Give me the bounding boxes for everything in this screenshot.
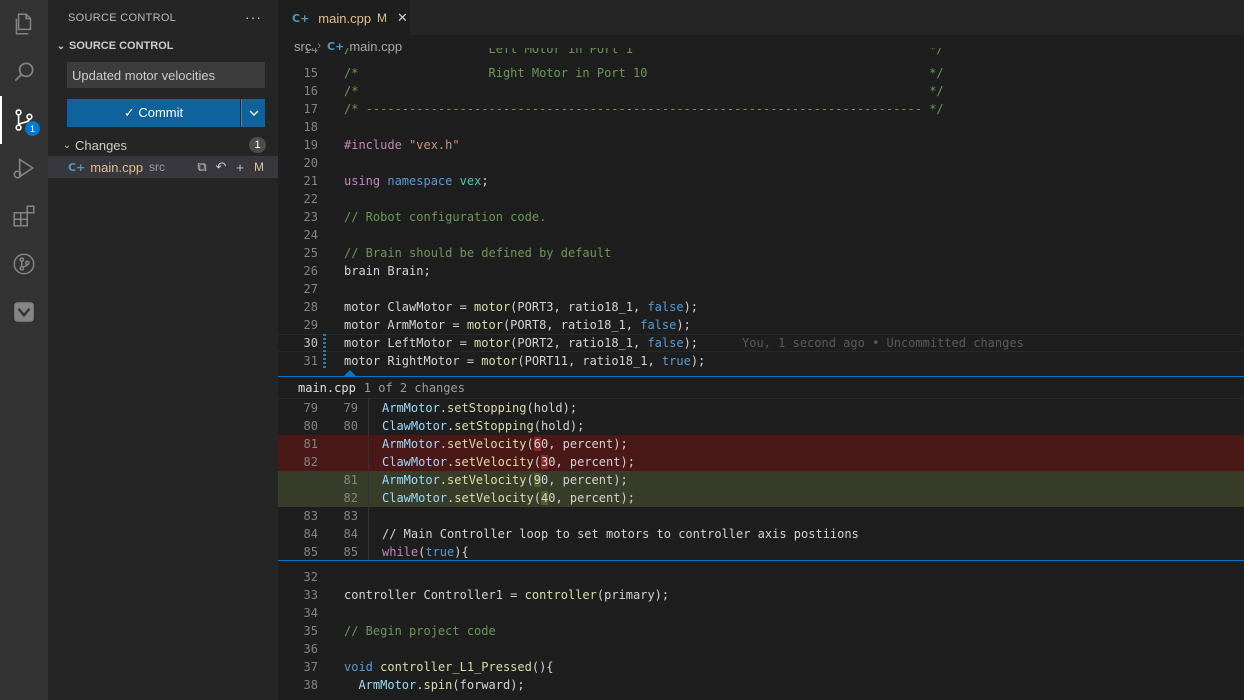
code-line: 17/* -----------------------------------…: [278, 100, 1244, 118]
diff-line: 8585while(true){: [278, 543, 1244, 561]
extensions-icon[interactable]: [0, 192, 48, 240]
code-line: 29motor ArmMotor = motor(PORT8, ratio18_…: [278, 316, 1244, 334]
tab-label: main.cpp: [318, 11, 371, 26]
code-line: 31motor RightMotor = motor(PORT11, ratio…: [278, 352, 1244, 370]
changed-file-item[interactable]: C+ main.cpp src ⧉ ↶ + M: [48, 156, 278, 178]
peek-arrow: [344, 370, 356, 376]
code-line: 16/* */: [278, 82, 1244, 100]
code-line: 37void controller_L1_Pressed(){: [278, 658, 1244, 676]
modified-status-badge: M: [252, 160, 266, 174]
discard-changes-icon[interactable]: ↶: [214, 159, 228, 175]
tab-modified-badge: M: [377, 11, 387, 25]
peek-diff-view[interactable]: 7979ArmMotor.setStopping(hold); 8080Claw…: [278, 399, 1244, 561]
file-actions: ⧉ ↶ + M: [195, 159, 266, 175]
code-line: 15/* Right Motor in Port 10 */: [278, 64, 1244, 82]
diff-line-added: 81ArmMotor.setVelocity(90, percent);: [278, 471, 1244, 489]
git-blame-annotation: You, 1 second ago • Uncommitted changes: [742, 336, 1024, 350]
source-control-icon[interactable]: 1: [0, 96, 48, 144]
diff-line: 8383: [278, 507, 1244, 525]
code-line: 22: [278, 190, 1244, 208]
chevron-down-icon: ⌄: [54, 41, 68, 52]
code-line: 32: [278, 568, 1244, 586]
diff-line-removed: 82ClawMotor.setVelocity(30, percent);: [278, 453, 1244, 471]
activity-bar: 1: [0, 0, 48, 700]
cpp-file-icon: C+: [292, 12, 309, 25]
code-line: 36: [278, 640, 1244, 658]
open-file-icon[interactable]: ⧉: [195, 159, 209, 175]
changes-label: Changes: [75, 138, 127, 153]
scm-section-title: SOURCE CONTROL: [69, 40, 174, 52]
code-line: 34: [278, 604, 1244, 622]
sidebar-header: SOURCE CONTROL ···: [48, 0, 278, 35]
commit-dropdown-button[interactable]: [241, 99, 265, 127]
changed-file-name: main.cpp: [90, 160, 143, 175]
run-debug-icon[interactable]: [0, 144, 48, 192]
code-line: 33controller Controller1 = controller(pr…: [278, 586, 1244, 604]
code-line: 14/* Left Motor in Port 1 */: [278, 48, 1244, 58]
stage-changes-icon[interactable]: +: [233, 160, 247, 175]
peek-border-bottom: [278, 560, 1244, 561]
commit-message-input[interactable]: Updated motor velocities: [67, 62, 265, 88]
editor-tab-bar: C+ main.cpp M ✕: [278, 0, 1244, 35]
code-line: 30motor LeftMotor = motor(PORT2, ratio18…: [278, 334, 1244, 352]
diff-line-added: 82ClawMotor.setVelocity(40, percent);: [278, 489, 1244, 507]
code-line: 20: [278, 154, 1244, 172]
tab-main-cpp[interactable]: C+ main.cpp M ✕: [278, 0, 410, 35]
commit-button[interactable]: ✓ Commit: [67, 99, 240, 127]
diff-line: 7979ArmMotor.setStopping(hold);: [278, 399, 1244, 417]
changes-count-badge: 1: [249, 137, 266, 153]
code-line: 23// Robot configuration code.: [278, 208, 1244, 226]
diff-line: 8484// Main Controller loop to set motor…: [278, 525, 1244, 543]
code-line: 38 ArmMotor.spin(forward);: [278, 676, 1244, 694]
git-graph-icon[interactable]: [0, 240, 48, 288]
vex-extension-icon[interactable]: [0, 288, 48, 336]
more-actions-icon[interactable]: ···: [245, 9, 262, 25]
close-icon[interactable]: ✕: [397, 10, 408, 26]
code-line: 27: [278, 280, 1244, 298]
scm-section-header[interactable]: ⌄ SOURCE CONTROL: [48, 35, 278, 57]
changed-file-dir: src: [149, 160, 165, 174]
sidebar-title: SOURCE CONTROL: [68, 12, 176, 24]
code-line: 24: [278, 226, 1244, 244]
chevron-down-icon: [249, 110, 259, 116]
chevron-down-icon: ⌄: [60, 140, 74, 151]
code-line: 26brain Brain;: [278, 262, 1244, 280]
explorer-icon[interactable]: [0, 0, 48, 48]
changes-group[interactable]: ⌄ Changes 1: [48, 134, 278, 156]
cpp-file-icon: C+: [68, 161, 85, 174]
diff-gutter-divider: [368, 399, 369, 561]
code-line: 25// Brain should be defined by default: [278, 244, 1244, 262]
search-icon[interactable]: [0, 48, 48, 96]
peek-file-name: main.cpp: [298, 381, 356, 395]
peek-diff-header: main.cpp 1 of 2 changes: [278, 377, 1244, 399]
diff-line-removed: 81ArmMotor.setVelocity(60, percent);: [278, 435, 1244, 453]
code-line: 19#include "vex.h": [278, 136, 1244, 154]
code-line: 21using namespace vex;: [278, 172, 1244, 190]
scm-badge: 1: [25, 121, 40, 136]
peek-change-info: 1 of 2 changes: [364, 381, 465, 395]
source-control-sidebar: SOURCE CONTROL ··· ⌄ SOURCE CONTROL Upda…: [48, 0, 278, 700]
code-line: 28motor ClawMotor = motor(PORT3, ratio18…: [278, 298, 1244, 316]
code-line: 18: [278, 118, 1244, 136]
editor-area: C+ main.cpp M ✕ src › C+ main.cpp 14/* L…: [278, 0, 1244, 700]
code-line: 35// Begin project code: [278, 622, 1244, 640]
diff-line: 8080ClawMotor.setStopping(hold);: [278, 417, 1244, 435]
